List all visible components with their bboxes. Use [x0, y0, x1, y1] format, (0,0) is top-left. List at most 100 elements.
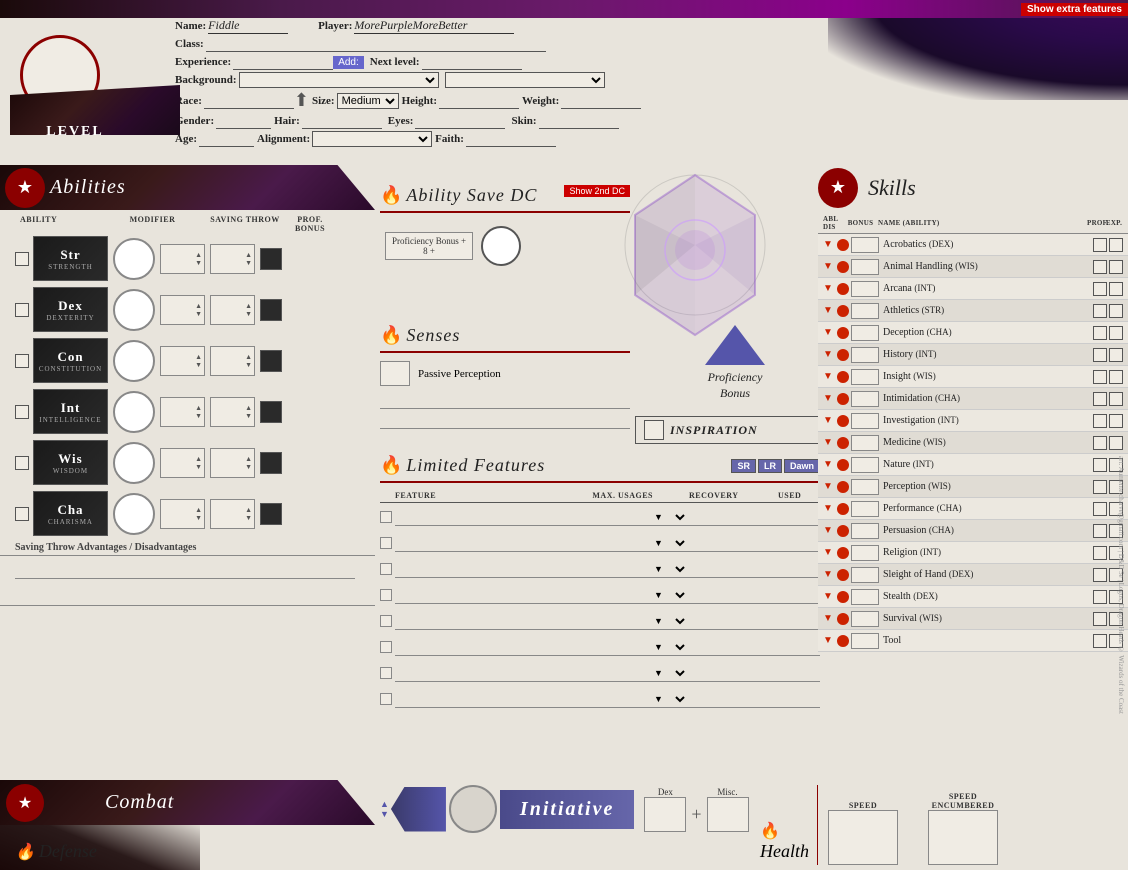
str-circle[interactable] — [113, 238, 155, 280]
lf-feature-1[interactable] — [395, 508, 518, 526]
dex-prof-box[interactable] — [260, 299, 282, 321]
skill-prof-cb-4[interactable] — [1093, 326, 1107, 340]
skill-prof-cb-10[interactable] — [1093, 458, 1107, 472]
lf-used-5[interactable] — [688, 612, 820, 630]
skill-bonus-10[interactable] — [851, 457, 879, 473]
skill-prof-cb-15[interactable] — [1093, 568, 1107, 582]
skill-prof-cb-9[interactable] — [1093, 436, 1107, 450]
skill-bonus-4[interactable] — [851, 325, 879, 341]
lf-recovery-2[interactable]: ▼ — [650, 534, 688, 552]
lf-cb-5[interactable] — [380, 615, 392, 627]
con-circle[interactable] — [113, 340, 155, 382]
skill-prof-cb-8[interactable] — [1093, 414, 1107, 428]
skill-bonus-1[interactable] — [851, 259, 879, 275]
skill-prof-cb-0[interactable] — [1093, 238, 1107, 252]
lf-used-1[interactable] — [688, 508, 820, 526]
skill-prof-cb-12[interactable] — [1093, 502, 1107, 516]
exp-input[interactable] — [233, 54, 333, 70]
str-prof-box[interactable] — [260, 248, 282, 270]
skin-input[interactable] — [539, 113, 619, 129]
skill-prof-cb-16[interactable] — [1093, 590, 1107, 604]
speed-box[interactable] — [828, 810, 898, 865]
lf-cb-8[interactable] — [380, 693, 392, 705]
str-input[interactable] — [114, 240, 154, 278]
skill-exp-cb-0[interactable] — [1109, 238, 1123, 252]
lf-max-8[interactable] — [518, 690, 650, 708]
cha-input[interactable] — [114, 495, 154, 533]
str-save-box[interactable]: ▲▼ — [210, 244, 255, 274]
int-checkbox[interactable] — [15, 405, 29, 419]
lf-max-5[interactable] — [518, 612, 650, 630]
inspiration-checkbox[interactable] — [644, 420, 664, 440]
con-mod-box[interactable]: ▲▼ — [160, 346, 205, 376]
wis-prof-box[interactable] — [260, 452, 282, 474]
skill-bonus-13[interactable] — [851, 523, 879, 539]
int-prof-box[interactable] — [260, 401, 282, 423]
str-checkbox[interactable] — [15, 252, 29, 266]
con-checkbox[interactable] — [15, 354, 29, 368]
lf-feature-3[interactable] — [395, 560, 518, 578]
int-circle[interactable] — [113, 391, 155, 433]
faith-input[interactable] — [466, 131, 556, 147]
initiative-circle[interactable] — [449, 785, 497, 833]
size-select[interactable]: Medium — [337, 93, 399, 109]
skill-prof-cb-6[interactable] — [1093, 370, 1107, 384]
skill-exp-cb-2[interactable] — [1109, 282, 1123, 296]
lf-recovery-1[interactable]: ▼ — [650, 508, 688, 526]
wis-mod-box[interactable]: ▲▼ — [160, 448, 205, 478]
lf-max-3[interactable] — [518, 560, 650, 578]
lf-used-2[interactable] — [688, 534, 820, 552]
dex-circle[interactable] — [113, 289, 155, 331]
weight-input[interactable] — [561, 93, 641, 109]
lf-max-4[interactable] — [518, 586, 650, 604]
dex-save-box[interactable]: ▲▼ — [210, 295, 255, 325]
exp-add-button[interactable]: Add: — [333, 56, 364, 69]
skill-prof-cb-14[interactable] — [1093, 546, 1107, 560]
show-features-button[interactable]: Show extra features — [1021, 3, 1128, 16]
cha-mod-box[interactable]: ▲▼ — [160, 499, 205, 529]
skill-prof-cb-18[interactable] — [1093, 634, 1107, 648]
skill-bonus-9[interactable] — [851, 435, 879, 451]
skill-prof-cb-13[interactable] — [1093, 524, 1107, 538]
lf-feature-8[interactable] — [395, 690, 518, 708]
skill-prof-cb-1[interactable] — [1093, 260, 1107, 274]
initiative-updown[interactable]: ▲▼ — [380, 799, 389, 819]
misc-input-box[interactable] — [707, 797, 749, 832]
next-level-input[interactable] — [422, 54, 522, 70]
skill-bonus-3[interactable] — [851, 303, 879, 319]
lf-feature-2[interactable] — [395, 534, 518, 552]
lf-cb-3[interactable] — [380, 563, 392, 575]
skill-bonus-12[interactable] — [851, 501, 879, 517]
lf-feature-5[interactable] — [395, 612, 518, 630]
skill-prof-cb-2[interactable] — [1093, 282, 1107, 296]
speed-encumbered-box[interactable] — [928, 810, 998, 865]
con-prof-box[interactable] — [260, 350, 282, 372]
age-input[interactable] — [199, 131, 254, 147]
dex-checkbox[interactable] — [15, 303, 29, 317]
dex-input[interactable] — [114, 291, 154, 329]
int-input[interactable] — [114, 393, 154, 431]
lf-cb-4[interactable] — [380, 589, 392, 601]
str-mod-box[interactable]: ▲▼ — [160, 244, 205, 274]
skill-prof-cb-5[interactable] — [1093, 348, 1107, 362]
wis-checkbox[interactable] — [15, 456, 29, 470]
class-input[interactable] — [206, 36, 546, 52]
skill-exp-cb-1[interactable] — [1109, 260, 1123, 274]
skill-prof-cb-17[interactable] — [1093, 612, 1107, 626]
wis-circle[interactable] — [113, 442, 155, 484]
lf-used-4[interactable] — [688, 586, 820, 604]
skill-bonus-0[interactable] — [851, 237, 879, 253]
lf-max-7[interactable] — [518, 664, 650, 682]
lf-used-3[interactable] — [688, 560, 820, 578]
int-save-box[interactable]: ▲▼ — [210, 397, 255, 427]
lf-feature-7[interactable] — [395, 664, 518, 682]
alignment-select[interactable] — [312, 131, 432, 147]
lf-max-2[interactable] — [518, 534, 650, 552]
lf-feature-6[interactable] — [395, 638, 518, 656]
lf-cb-6[interactable] — [380, 641, 392, 653]
lf-recovery-3[interactable]: ▼ — [650, 560, 688, 578]
lf-max-1[interactable] — [518, 508, 650, 526]
con-save-box[interactable]: ▲▼ — [210, 346, 255, 376]
wis-save-box[interactable]: ▲▼ — [210, 448, 255, 478]
initiative-input[interactable] — [451, 787, 495, 831]
